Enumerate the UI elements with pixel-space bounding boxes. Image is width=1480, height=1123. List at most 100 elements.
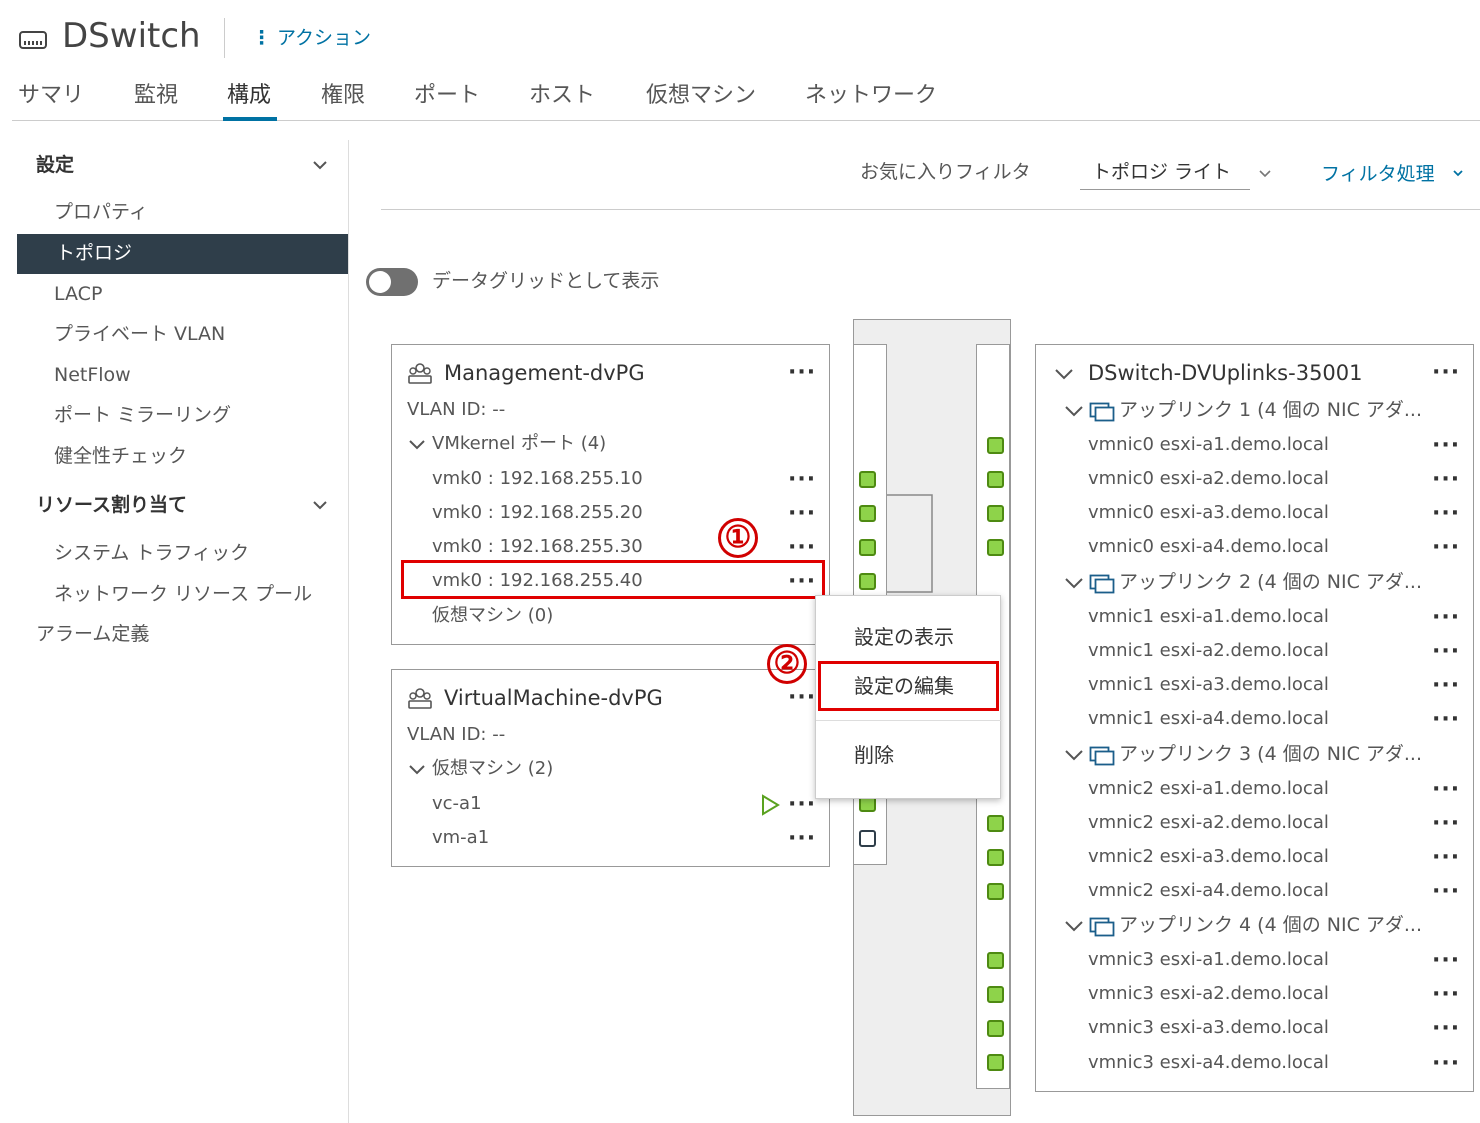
sidebar-item-lacp[interactable]: LACP [54, 280, 102, 308]
tab-ports[interactable]: ポート [414, 80, 480, 112]
more-actions-icon[interactable] [788, 687, 816, 709]
uplinks-title[interactable]: DSwitch-DVUplinks-35001 [1088, 358, 1363, 388]
uplink-port-icon[interactable] [987, 437, 1004, 454]
more-actions-icon[interactable] [1432, 503, 1460, 525]
more-actions-icon[interactable] [1432, 537, 1460, 559]
nic-row[interactable]: vmnic3 esxi-a1.demo.local [1088, 946, 1329, 974]
tab-monitor[interactable]: 監視 [134, 80, 178, 112]
chevron-down-icon[interactable] [1064, 403, 1084, 419]
more-actions-icon[interactable] [788, 503, 816, 525]
port-icon[interactable] [859, 830, 876, 847]
chevron-down-icon[interactable] [408, 762, 426, 778]
more-actions-icon[interactable] [1432, 779, 1460, 801]
sidebar-item-system-traffic[interactable]: システム トラフィック [54, 539, 249, 567]
uplink-port-icon[interactable] [987, 849, 1004, 866]
uplink-port-icon[interactable] [987, 952, 1004, 969]
more-actions-icon[interactable] [1432, 675, 1460, 697]
more-actions-icon[interactable] [1432, 813, 1460, 835]
chevron-down-icon[interactable] [408, 437, 426, 453]
chevron-down-icon[interactable] [1258, 167, 1272, 181]
more-actions-icon[interactable] [1432, 950, 1460, 972]
uplink-port-icon[interactable] [987, 883, 1004, 900]
menu-item-delete[interactable]: 削除 [854, 740, 894, 770]
tab-vms[interactable]: 仮想マシン [646, 80, 756, 112]
chevron-down-icon[interactable] [312, 157, 328, 173]
vm-row[interactable]: vm-a1 [432, 824, 489, 852]
vmk-port-row[interactable]: vmk0 : 192.168.255.10 [432, 465, 643, 493]
uplink-port-icon[interactable] [987, 815, 1004, 832]
more-actions-icon[interactable] [788, 362, 816, 384]
sidebar-item-topology[interactable]: トポロジ [56, 239, 132, 267]
more-actions-icon[interactable] [1432, 641, 1460, 663]
more-actions-icon[interactable] [1432, 709, 1460, 731]
sidebar-item-health-check[interactable]: 健全性チェック [54, 442, 187, 470]
more-actions-icon[interactable] [788, 794, 816, 816]
more-actions-icon[interactable] [1432, 362, 1460, 384]
nic-row[interactable]: vmnic1 esxi-a3.demo.local [1088, 671, 1329, 699]
nic-row[interactable]: vmnic3 esxi-a4.demo.local [1088, 1049, 1329, 1077]
nic-row[interactable]: vmnic1 esxi-a1.demo.local [1088, 603, 1329, 631]
menu-item-view-settings[interactable]: 設定の表示 [854, 622, 954, 652]
more-actions-icon[interactable] [1432, 1053, 1460, 1075]
tab-configure[interactable]: 構成 [227, 80, 271, 112]
chevron-down-icon[interactable] [1064, 747, 1084, 763]
nic-row[interactable]: vmnic2 esxi-a2.demo.local [1088, 809, 1329, 837]
port-icon[interactable] [859, 505, 876, 522]
more-actions-icon[interactable] [1432, 607, 1460, 629]
nic-row[interactable]: vmnic3 esxi-a3.demo.local [1088, 1014, 1329, 1042]
nic-row[interactable]: vmnic0 esxi-a2.demo.local [1088, 465, 1329, 493]
vmk-port-row[interactable]: vmk0 : 192.168.255.30 [432, 533, 643, 561]
vm-row[interactable]: vc-a1 [432, 790, 482, 818]
more-actions-icon[interactable] [1432, 984, 1460, 1006]
uplink-group-label[interactable]: アップリンク 1 (4 個の NIC アダ... [1119, 396, 1422, 424]
more-actions-icon[interactable] [1432, 435, 1460, 457]
datagrid-toggle[interactable] [366, 268, 418, 296]
nic-row[interactable]: vmnic1 esxi-a4.demo.local [1088, 705, 1329, 733]
nic-row[interactable]: vmnic0 esxi-a3.demo.local [1088, 499, 1329, 527]
chevron-down-icon[interactable] [1064, 575, 1084, 591]
chevron-down-icon[interactable] [1054, 366, 1074, 382]
uplink-port-icon[interactable] [987, 1020, 1004, 1037]
port-icon[interactable] [859, 539, 876, 556]
uplink-port-icon[interactable] [987, 471, 1004, 488]
more-actions-icon[interactable] [788, 469, 816, 491]
nic-row[interactable]: vmnic0 esxi-a4.demo.local [1088, 533, 1329, 561]
vmkernel-ports-label[interactable]: VMkernel ポート (4) [432, 430, 606, 458]
sidebar-item-port-mirroring[interactable]: ポート ミラーリング [54, 401, 231, 429]
chevron-down-icon[interactable] [1452, 167, 1464, 179]
uplink-port-icon[interactable] [987, 1054, 1004, 1071]
more-actions-icon[interactable] [788, 537, 816, 559]
sidebar-item-private-vlan[interactable]: プライベート VLAN [54, 320, 225, 348]
nic-row[interactable]: vmnic2 esxi-a1.demo.local [1088, 775, 1329, 803]
sidebar-item-resource-pools[interactable]: ネットワーク リソース プール [54, 580, 312, 608]
chevron-down-icon[interactable] [1064, 918, 1084, 934]
more-actions-icon[interactable] [1432, 1018, 1460, 1040]
sidebar-section-settings[interactable]: 設定 [36, 151, 74, 179]
more-actions-icon[interactable] [1432, 847, 1460, 869]
more-actions-icon[interactable] [1432, 469, 1460, 491]
virtualmachine-dvpg-title[interactable]: VirtualMachine-dvPG [444, 683, 663, 713]
tab-summary[interactable]: サマリ [18, 80, 84, 112]
uplink-group-label[interactable]: アップリンク 2 (4 個の NIC アダ... [1119, 568, 1422, 596]
chevron-down-icon[interactable] [312, 497, 328, 513]
management-dvpg-title[interactable]: Management-dvPG [444, 358, 645, 388]
uplink-group-label[interactable]: アップリンク 3 (4 個の NIC アダ... [1119, 740, 1422, 768]
vms-label[interactable]: 仮想マシン (2) [432, 755, 553, 783]
uplink-port-icon[interactable] [987, 539, 1004, 556]
nic-row[interactable]: vmnic2 esxi-a4.demo.local [1088, 877, 1329, 905]
nic-row[interactable]: vmnic2 esxi-a3.demo.local [1088, 843, 1329, 871]
port-icon[interactable] [859, 573, 876, 590]
play-icon[interactable] [760, 794, 780, 816]
filter-button[interactable]: フィルタ処理 [1321, 160, 1435, 188]
uplink-group-label[interactable]: アップリンク 4 (4 個の NIC アダ... [1119, 911, 1422, 939]
more-actions-icon[interactable] [788, 828, 816, 850]
tab-hosts[interactable]: ホスト [529, 80, 595, 112]
more-actions-icon[interactable] [1432, 881, 1460, 903]
actions-menu-button[interactable]: ⋮ アクション [252, 24, 371, 52]
nic-row[interactable]: vmnic0 esxi-a1.demo.local [1088, 431, 1329, 459]
sidebar-item-properties[interactable]: プロパティ [54, 198, 148, 226]
uplink-port-icon[interactable] [987, 505, 1004, 522]
sidebar-item-netflow[interactable]: NetFlow [54, 361, 131, 389]
uplink-port-icon[interactable] [987, 986, 1004, 1003]
nic-row[interactable]: vmnic1 esxi-a2.demo.local [1088, 637, 1329, 665]
